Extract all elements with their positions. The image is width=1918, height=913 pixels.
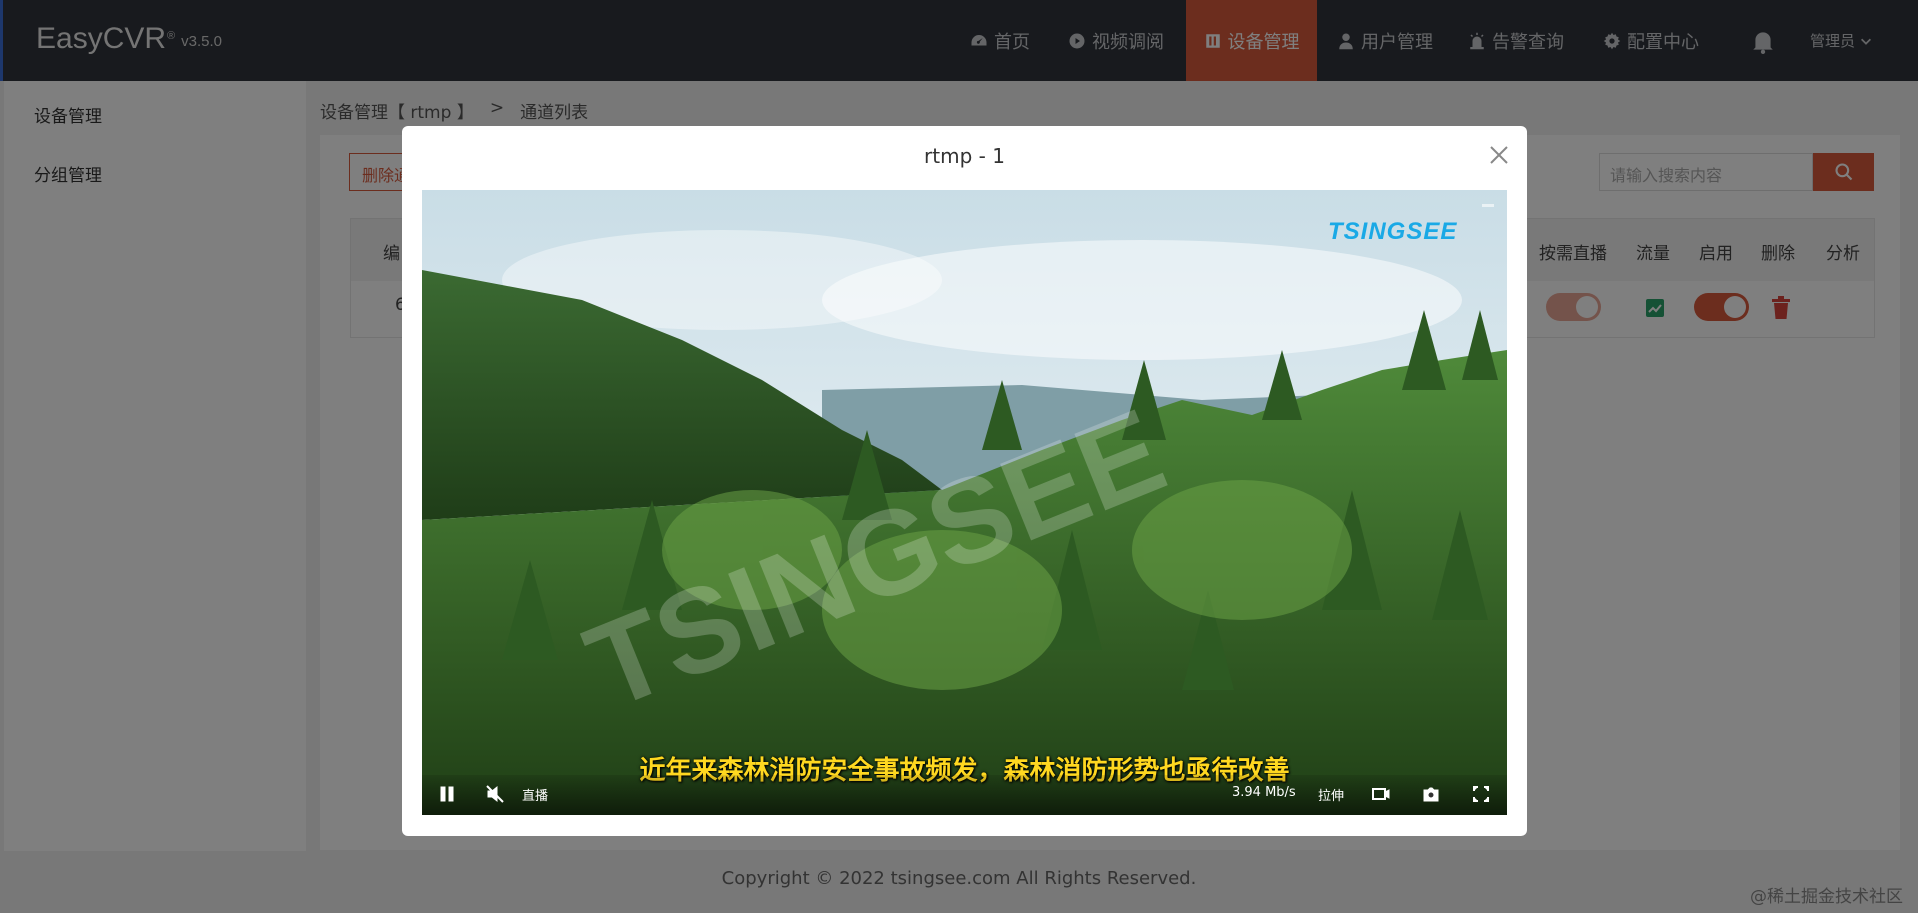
pause-icon[interactable] [438,785,456,807]
stretch-button[interactable]: 拉伸 [1318,785,1344,804]
fullscreen-icon[interactable] [1472,785,1490,807]
player-controls: 直播 3.94 Mb/s 拉伸 [422,775,1507,815]
live-label: 直播 [522,789,549,804]
mute-icon[interactable] [486,785,504,807]
record-icon[interactable] [1372,785,1390,807]
minimize-icon[interactable] [1482,204,1494,207]
snapshot-icon[interactable] [1422,785,1440,807]
modal-title: rtmp - 1 [924,144,1005,168]
video-player[interactable]: TSINGSEE TSINGSEE 近年来森林消防安全事故频发，森林消防形势也亟… [422,190,1507,815]
tsingsee-logo: TSINGSEE [1328,218,1458,245]
close-icon[interactable] [1488,144,1512,168]
bitrate-label: 3.94 Mb/s [1232,785,1296,800]
